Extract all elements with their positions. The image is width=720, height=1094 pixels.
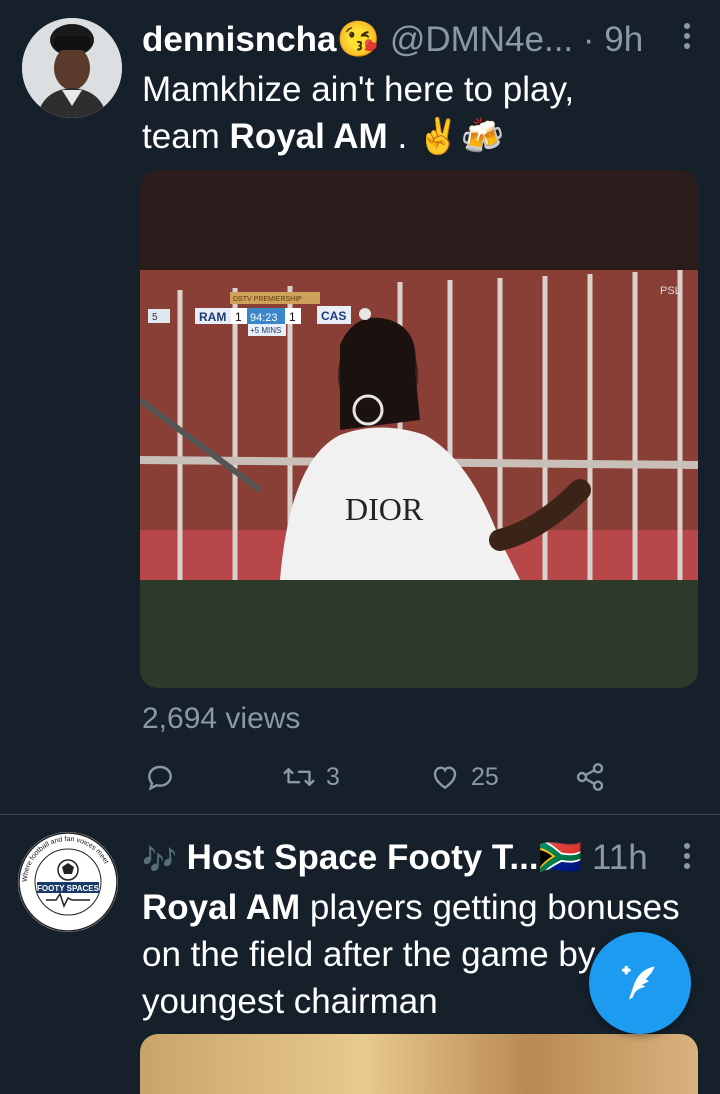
more-options-icon[interactable] (672, 842, 702, 870)
tweet-text-line: Mamkhize ain't here to play, (142, 70, 575, 109)
video-frame: DIOR 5 DSTV PREMIERSHIP RAM 1 94:23 1 CA… (140, 170, 698, 688)
tweet-media-image[interactable] (140, 1034, 698, 1094)
tweet-header: 🎶 Host Space Footy T...🇿🇦 11h (142, 836, 702, 880)
name-emoji: 😘 (336, 20, 381, 59)
scoreboard-added-time: +5 MINS (250, 326, 281, 335)
flag-emoji: 🇿🇦 (538, 838, 583, 877)
scoreboard-away-team: CAS (321, 309, 346, 323)
compose-tweet-button[interactable] (589, 932, 691, 1034)
avatar-photo (22, 18, 122, 118)
tweet-card[interactable]: dennisncha😘 @DMN4e... · 9h Mamkhize ain'… (0, 0, 720, 815)
tweet-text-line: team Royal AM . ✌️🍻 (142, 113, 702, 160)
share-icon (576, 763, 604, 791)
footy-spaces-logo: Where football and fan voices meet FOOTY… (18, 832, 118, 932)
retweet-icon (283, 767, 315, 787)
more-options-icon[interactable] (672, 22, 702, 50)
tweet-timestamp[interactable]: · 9h (583, 20, 643, 59)
view-count: 2,694 views (142, 702, 301, 735)
tweet-text-line: Royal AM players getting bonuses (142, 884, 702, 931)
shirt-logo: DIOR (345, 491, 424, 527)
scoreboard-period: 5 (152, 312, 158, 323)
display-name[interactable]: dennisncha (142, 20, 336, 59)
avatar[interactable] (22, 18, 122, 118)
tweet-divider (0, 814, 720, 815)
scoreboard-away-score: 1 (289, 310, 296, 324)
scoreboard-home-score: 1 (235, 310, 242, 324)
tweet-text: Mamkhize ain't here to play, team Royal … (142, 66, 702, 160)
heart-icon (433, 766, 457, 790)
text-segment-bold: Royal AM (142, 888, 301, 927)
tweet-actions: 3 25 (142, 755, 622, 799)
share-button[interactable] (574, 755, 606, 799)
scoreboard-clock: 94:23 (250, 312, 278, 324)
tweet-timestamp[interactable]: 11h (592, 838, 648, 877)
like-count: 25 (471, 762, 499, 791)
music-emoji: 🎶 (142, 844, 177, 875)
text-segment: . ✌️🍻 (387, 117, 505, 156)
logo-text: FOOTY SPACES (37, 884, 100, 893)
tweet-media-video[interactable]: DIOR 5 DSTV PREMIERSHIP RAM 1 94:23 1 CA… (140, 170, 698, 688)
user-handle[interactable]: @DMN4e... (390, 20, 573, 59)
text-segment-bold: Royal AM (229, 117, 388, 156)
retweet-button[interactable]: 3 (282, 755, 340, 799)
display-name[interactable]: Host Space Footy T... (187, 838, 539, 877)
like-button[interactable]: 25 (429, 755, 499, 799)
reply-icon (148, 765, 172, 791)
scoreboard-home-team: RAM (199, 310, 226, 324)
compose-tweet-icon (621, 965, 655, 1000)
text-segment: team (142, 117, 230, 156)
text-segment: players getting bonuses (300, 888, 680, 927)
broadcaster-logo: PSL (660, 285, 681, 297)
avatar[interactable]: Where football and fan voices meet FOOTY… (18, 832, 118, 932)
tweet-header: dennisncha😘 @DMN4e... · 9h (142, 18, 702, 62)
scoreboard-competition: DSTV PREMIERSHIP (233, 296, 302, 303)
reply-button[interactable] (144, 755, 176, 799)
retweet-count: 3 (326, 762, 340, 791)
